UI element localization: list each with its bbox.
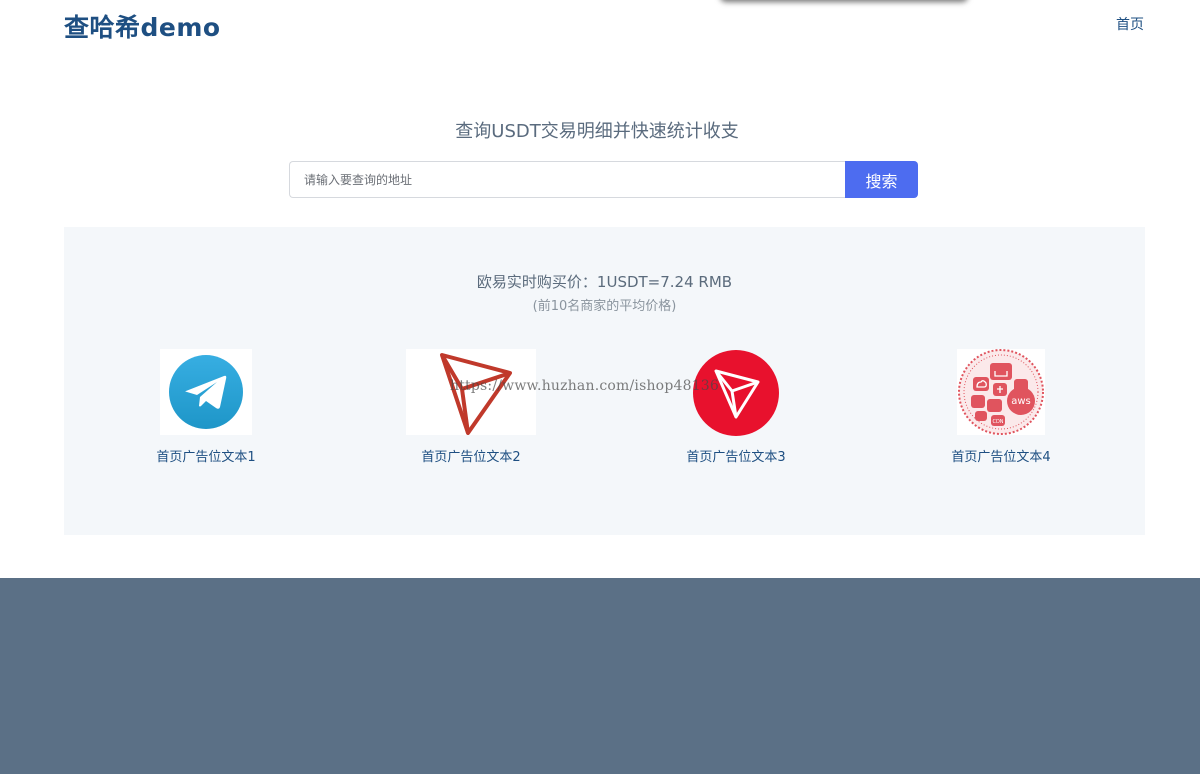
page-footer — [0, 578, 1200, 774]
ad-item-4[interactable]: aws CDN 首页广告位文本4 — [921, 349, 1081, 465]
ad-label-3: 首页广告位文本3 — [686, 450, 786, 465]
price-line: 欧易实时购买价：1USDT=7.24 RMB — [476, 273, 733, 291]
telegram-icon — [160, 349, 252, 435]
ad-label-4: 首页广告位文本4 — [951, 450, 1051, 465]
top-navbar: 查哈希demo 首页 — [0, 0, 1200, 50]
cloud-aws-icon: aws CDN — [957, 349, 1045, 435]
ad-label-1: 首页广告位文本1 — [156, 450, 256, 465]
address-search-input[interactable] — [289, 161, 846, 198]
hero-title: 查询USDT交易明细并快速统计收支 — [455, 121, 739, 142]
price-panel: 欧易实时购买价：1USDT=7.24 RMB (前10名商家的平均价格) 首页广… — [64, 227, 1145, 535]
svg-text:CDN: CDN — [992, 419, 1003, 425]
ad-item-1[interactable]: 首页广告位文本1 — [126, 349, 286, 465]
nav-home-link[interactable]: 首页 — [1116, 14, 1144, 34]
ad-item-3[interactable]: 首页广告位文本3 — [656, 349, 816, 465]
tron-red-icon — [692, 349, 780, 437]
svg-text:aws: aws — [1011, 396, 1031, 407]
ad-label-2: 首页广告位文本2 — [421, 450, 521, 465]
price-note: (前10名商家的平均价格) — [532, 299, 677, 314]
ad-item-2[interactable]: 首页广告位文本2 — [391, 349, 551, 465]
search-button[interactable]: 搜索 — [845, 161, 918, 198]
site-logo[interactable]: 查哈希demo — [64, 8, 221, 44]
tron-outline-icon — [406, 349, 536, 435]
search-bar: 搜索 — [289, 161, 918, 198]
